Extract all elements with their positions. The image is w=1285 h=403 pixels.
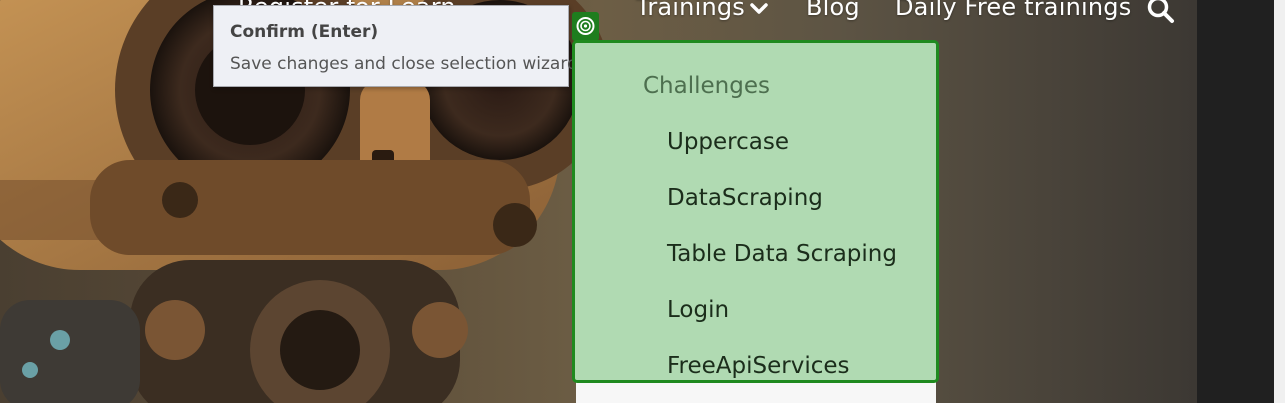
- menu-item-table-data-scraping[interactable]: Table Data Scraping: [667, 241, 897, 267]
- target-icon[interactable]: [572, 12, 599, 41]
- trainings-dropdown: Challenges Uppercase DataScraping Table …: [572, 40, 939, 383]
- chevron-down-icon: [749, 0, 769, 22]
- menu-item-datascraping[interactable]: DataScraping: [667, 185, 823, 211]
- nav-trainings-label: Trainings: [636, 0, 746, 21]
- dropdown-footer: [576, 382, 936, 403]
- confirm-tooltip: Confirm (Enter) Save changes and close s…: [213, 5, 583, 87]
- nav-item-trainings[interactable]: Trainings: [636, 0, 769, 22]
- side-panel: [1197, 0, 1274, 403]
- menu-item-uppercase[interactable]: Uppercase: [667, 129, 789, 155]
- nav-item-blog[interactable]: Blog: [806, 0, 860, 21]
- tooltip-title: Confirm (Enter): [230, 22, 379, 42]
- search-icon[interactable]: [1145, 0, 1177, 26]
- tooltip-description: Save changes and close selection wizard.: [230, 54, 584, 74]
- nav-item-daily-free-trainings[interactable]: Daily Free trainings: [895, 0, 1131, 21]
- dropdown-header-challenges[interactable]: Challenges: [643, 73, 770, 99]
- menu-item-freeapiservices[interactable]: FreeApiServices: [667, 353, 850, 379]
- scrollbar[interactable]: [1274, 0, 1285, 403]
- menu-item-login[interactable]: Login: [667, 297, 729, 323]
